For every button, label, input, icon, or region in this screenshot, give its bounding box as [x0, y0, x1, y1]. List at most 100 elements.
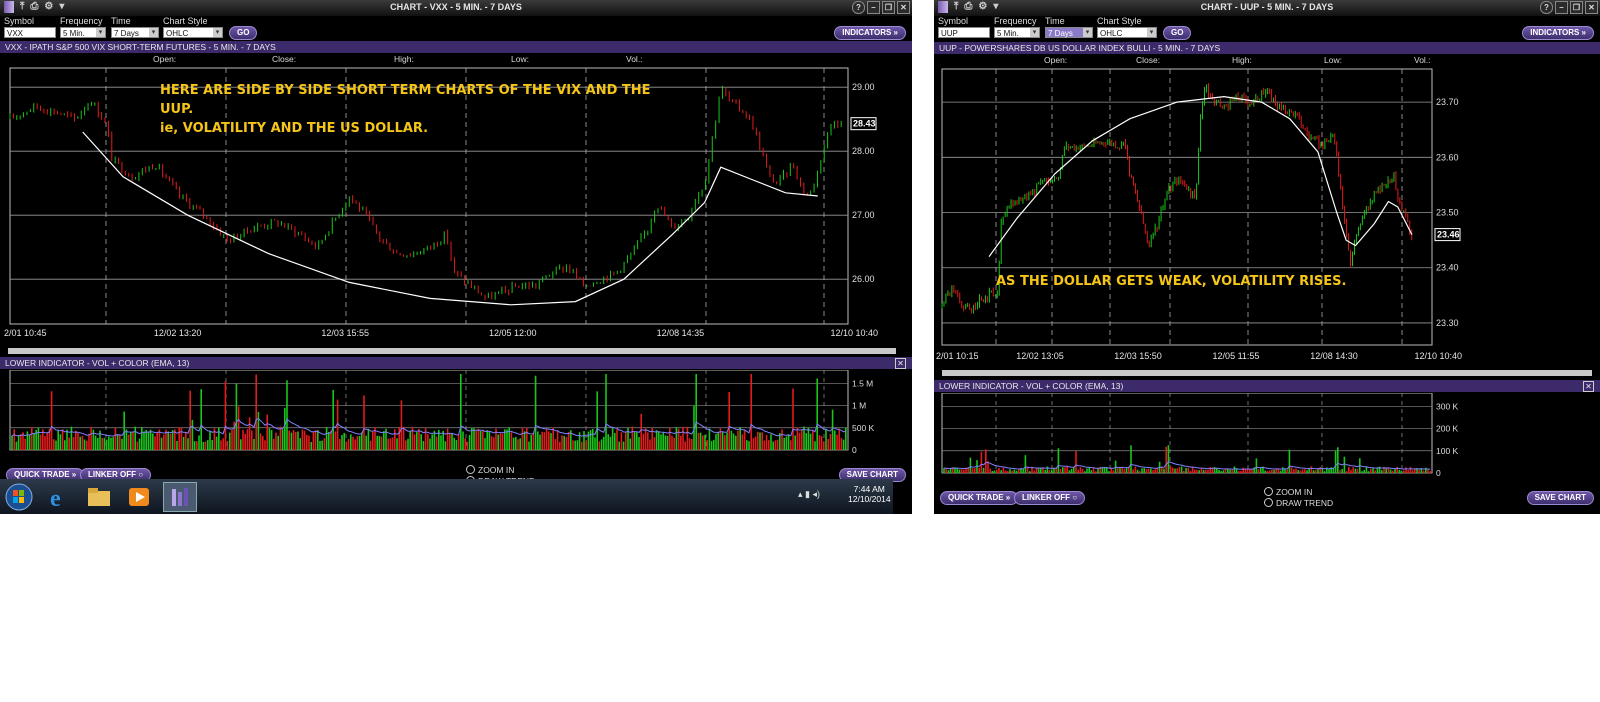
y-tick-label: 29.00	[852, 82, 875, 92]
chevron-down-icon[interactable]: ▾	[96, 28, 105, 37]
os-taskbar: e ▴ ▮ ◂) 7:44 AM 12/10/2014	[0, 479, 893, 514]
clock-time: 7:44 AM	[853, 484, 885, 494]
zoom-in-radio[interactable]: ZOOM IN	[466, 465, 514, 475]
vxx-price-chart[interactable]: 26.00 27.00 28.00 29.00 2/01 10:45 12/02 13:2…	[0, 66, 912, 356]
frequency-select[interactable]: 5 Min. ▾	[994, 27, 1040, 38]
period-select[interactable]: 7 Days ▾	[111, 27, 159, 38]
frequency-select[interactable]: 5 Min. ▾	[60, 27, 106, 38]
symbol-field: Symbol VXX	[4, 16, 56, 38]
symbol-label: Symbol	[4, 16, 35, 26]
chart-app-taskbar-icon[interactable]	[163, 482, 197, 512]
chart-style-value: OHLC	[166, 29, 189, 38]
frequency-value: 5 Min.	[997, 29, 1019, 38]
help-icon[interactable]: ?	[1540, 1, 1553, 14]
indicators-button[interactable]: INDICATORS »	[834, 26, 906, 40]
vol-label: Vol.:	[626, 54, 643, 64]
chart-scrollbar[interactable]	[8, 348, 896, 354]
chart-style-select[interactable]: OHLC ▾	[163, 27, 223, 38]
x-tick-label: 12/03 15:55	[321, 328, 369, 338]
volume-tick-label: 100 K	[1436, 446, 1459, 456]
volume-tick-label: 1.5 M	[852, 378, 873, 388]
frequency-label: Frequency	[994, 16, 1037, 26]
period-value: 7 Days	[1048, 29, 1073, 38]
period-field: Time Period 7 Days ▾	[111, 16, 159, 38]
close-icon[interactable]: ✕	[1583, 381, 1594, 392]
close-label: Close:	[1136, 55, 1161, 65]
restore-icon[interactable]: ❐	[882, 1, 895, 14]
indicators-button[interactable]: INDICATORS »	[1522, 26, 1594, 40]
help-icon[interactable]: ?	[852, 1, 865, 14]
frequency-label: Frequency	[60, 16, 103, 26]
restore-icon[interactable]: ❐	[1570, 1, 1583, 14]
minimize-icon[interactable]: –	[1555, 1, 1568, 14]
chart-style-field: Chart Style OHLC ▾	[1097, 16, 1157, 38]
quick-trade-label: QUICK TRADE	[948, 493, 1004, 502]
title-bar[interactable]: ⤒ ⎙ ⚙ ▾ CHART - UUP - 5 MIN. - 7 DAYS ? …	[934, 0, 1600, 16]
y-tick-label: 23.70	[1436, 97, 1459, 107]
x-tick-label: 12/10 10:40	[1414, 351, 1462, 361]
period-select[interactable]: 7 Days ▾	[1045, 27, 1093, 38]
x-tick-label: 12/05 11:55	[1213, 351, 1260, 361]
linker-dot-icon: ○	[1072, 493, 1078, 502]
y-tick-label: 27.00	[852, 210, 875, 220]
go-button[interactable]: GO	[1163, 26, 1192, 40]
symbol-input[interactable]: UUP	[938, 27, 990, 38]
close-icon[interactable]: ✕	[897, 1, 910, 14]
uup-price-chart[interactable]: 23.30 23.40 23.50 23.60 23.70 2/01 10:15 12/02…	[934, 67, 1600, 367]
chevron-down-icon[interactable]: ▾	[1147, 28, 1156, 37]
minimize-icon[interactable]: –	[867, 1, 880, 14]
file-explorer-icon[interactable]	[84, 482, 116, 510]
high-label: High:	[1232, 55, 1252, 65]
y-tick-label: 26.00	[852, 274, 875, 284]
quick-trade-label: QUICK TRADE	[14, 470, 70, 479]
internet-explorer-icon[interactable]: e	[44, 482, 76, 512]
frequency-field: Frequency 5 Min. ▾	[994, 16, 1040, 38]
start-button[interactable]	[4, 482, 36, 511]
vxx-chart-window: ⤒ ⎙ ⚙ ▾ CHART - VXX - 5 MIN. - 7 DAYS ? …	[0, 0, 912, 514]
linker-label: LINKER OFF	[88, 470, 136, 479]
period-value: 7 Days	[114, 29, 139, 38]
y-tick-label: 23.60	[1436, 152, 1459, 162]
x-tick-label: 12/08 14:35	[657, 328, 705, 338]
volume-tick-label: 0	[852, 445, 857, 455]
chart-style-select[interactable]: OHLC ▾	[1097, 27, 1157, 38]
chevron-down-icon[interactable]: ▾	[1030, 28, 1039, 37]
frequency-value: 5 Min.	[63, 29, 85, 38]
go-button[interactable]: GO	[229, 26, 258, 40]
title-bar[interactable]: ⤒ ⎙ ⚙ ▾ CHART - VXX - 5 MIN. - 7 DAYS ? …	[0, 0, 912, 16]
chart-header: VXX - IPATH S&P 500 VIX SHORT-TERM FUTUR…	[0, 41, 912, 53]
draw-trend-radio[interactable]: DRAW TREND	[1264, 498, 1333, 508]
close-icon[interactable]: ✕	[1585, 1, 1598, 14]
ohlc-readout: Open: Close: High: Low: Vol.:	[934, 54, 1600, 66]
x-tick-label: 12/10 10:40	[830, 328, 878, 338]
chart-scrollbar[interactable]	[942, 370, 1592, 376]
close-label: Close:	[272, 54, 297, 64]
chevron-down-icon[interactable]: ▾	[149, 28, 158, 37]
chevron-down-icon[interactable]: ▾	[213, 28, 222, 37]
linker-button[interactable]: LINKER OFF ○	[1014, 491, 1086, 505]
chart-header-text: VXX - IPATH S&P 500 VIX SHORT-TERM FUTUR…	[5, 42, 276, 52]
x-tick-label: 12/08 14:30	[1310, 351, 1358, 361]
open-label: Open:	[153, 54, 177, 64]
quick-trade-button[interactable]: QUICK TRADE »	[940, 491, 1019, 505]
volume-tick-label: 0	[1436, 468, 1441, 478]
close-icon[interactable]: ✕	[895, 358, 906, 369]
low-label: Low:	[511, 54, 529, 64]
vxx-volume-chart[interactable]: 1.5 M 1 M 500 K 0	[0, 370, 912, 462]
lower-indicator-header: LOWER INDICATOR - VOL + COLOR (EMA, 13) ✕	[934, 380, 1600, 392]
frequency-field: Frequency 5 Min. ▾	[60, 16, 106, 38]
x-tick-label: 12/02 13:05	[1016, 351, 1064, 361]
tray-icons[interactable]: ▴ ▮ ◂)	[798, 489, 820, 500]
save-chart-button[interactable]: SAVE CHART	[1526, 491, 1594, 505]
system-clock[interactable]: 7:44 AM 12/10/2014	[848, 484, 891, 504]
open-label: Open:	[1044, 55, 1068, 65]
zoom-in-radio[interactable]: ZOOM IN	[1264, 487, 1312, 497]
draw-trend-label: DRAW TREND	[1276, 498, 1334, 508]
media-player-icon[interactable]	[124, 482, 156, 510]
window-controls: ? – ❐ ✕	[1540, 1, 1598, 14]
plot-frame	[9, 67, 849, 325]
symbol-input[interactable]: VXX	[4, 27, 56, 38]
chevron-down-icon[interactable]: ▾	[1083, 28, 1092, 37]
period-label: Time Period	[1045, 16, 1071, 37]
uup-volume-chart[interactable]: 300 K 200 K 100 K 0	[934, 393, 1600, 485]
